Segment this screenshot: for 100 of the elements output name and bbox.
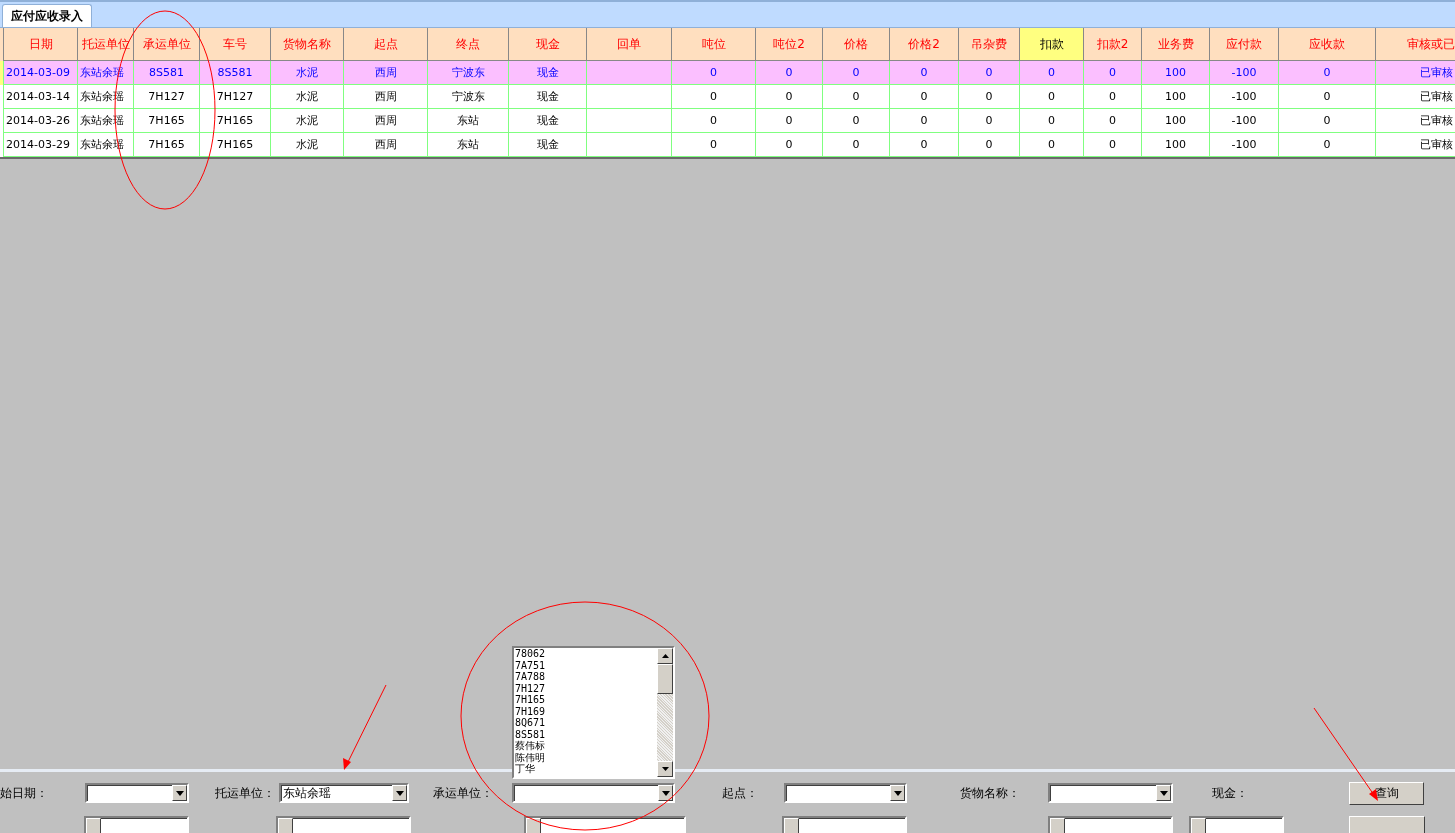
list-item[interactable]: 7A751 <box>515 659 657 671</box>
column-header[interactable]: 吨位 <box>672 28 756 61</box>
dropdown-field[interactable] <box>524 816 686 833</box>
dropdown-field[interactable] <box>84 816 189 833</box>
table-cell: 水泥 <box>296 65 318 80</box>
field-label: 起点： <box>722 784 759 802</box>
table-cell: 0 <box>1323 114 1331 127</box>
list-item[interactable]: 78062 <box>515 648 657 660</box>
table-cell: 0 <box>985 66 993 79</box>
field-label: 始日期： <box>0 784 49 802</box>
list-item[interactable]: 8S581 <box>515 728 657 740</box>
dropdown-field[interactable] <box>1048 816 1173 833</box>
column-header[interactable]: 货物名称 <box>271 28 344 61</box>
tab[interactable]: 应付应收录入 <box>2 4 92 27</box>
table-cell: 现金 <box>536 137 559 152</box>
table-cell: 8S581 <box>149 66 184 79</box>
dropdown-field[interactable] <box>1189 816 1284 833</box>
table-cell: 东站 <box>457 137 479 152</box>
table-cell: 0 <box>1323 66 1331 79</box>
dropdown-field[interactable] <box>782 816 907 833</box>
column-header[interactable]: 承运单位 <box>134 28 200 61</box>
table-cell: 0 <box>1109 66 1116 79</box>
list-item[interactable]: 蔡伟标 <box>515 740 657 752</box>
table-cell: 2014-03-26 <box>6 114 70 127</box>
dropdown-field[interactable] <box>276 816 411 833</box>
column-header[interactable]: 价格 <box>823 28 890 61</box>
table-cell: 7H165 <box>148 138 185 151</box>
table-cell: 现金 <box>536 89 559 104</box>
column-header[interactable]: 应收款 <box>1279 28 1376 61</box>
table-cell: 2014-03-14 <box>6 90 70 103</box>
list-item[interactable]: 8Q671 <box>515 717 657 729</box>
table-cell: 0 <box>1048 138 1055 151</box>
column-header[interactable]: 车号 <box>200 28 271 61</box>
table-cell: 7H165 <box>148 114 185 127</box>
table-cell: 0 <box>785 138 793 151</box>
dropdown-arrow-icon <box>395 790 404 796</box>
table-cell: 0 <box>852 114 860 127</box>
table-cell: 0 <box>1048 66 1055 79</box>
dropdown-field[interactable] <box>784 783 907 803</box>
field-label: 现金： <box>1212 784 1249 802</box>
dropdown-field[interactable] <box>85 783 189 803</box>
column-header[interactable]: 业务费 <box>1142 28 1210 61</box>
column-header[interactable]: 吊杂费 <box>959 28 1020 61</box>
table-cell: 100 <box>1165 90 1186 103</box>
table-cell: 0 <box>852 66 860 79</box>
table-cell: 0 <box>985 90 993 103</box>
dropdown-arrow-icon <box>893 790 902 796</box>
table-cell: 西周 <box>374 89 397 104</box>
column-header[interactable]: 现金 <box>509 28 587 61</box>
list-item[interactable]: 7A788 <box>515 671 657 683</box>
dropdown-arrow-icon <box>175 790 184 796</box>
table-cell: 0 <box>710 114 717 127</box>
list-item[interactable]: 7H169 <box>515 705 657 717</box>
table-cell: 0 <box>1323 138 1331 151</box>
column-header[interactable]: 起点 <box>344 28 428 61</box>
table-cell: 西周 <box>374 65 397 80</box>
column-header[interactable]: 价格2 <box>890 28 959 61</box>
query-button[interactable]: 查询 <box>1349 781 1424 805</box>
column-header[interactable]: 吨位2 <box>756 28 823 61</box>
column-header[interactable]: 扣款 <box>1020 28 1084 61</box>
column-header[interactable]: 回单 <box>587 28 672 61</box>
list-item[interactable]: 陈伟明 <box>515 751 657 763</box>
table-cell: -100 <box>1231 90 1257 103</box>
scrollbar[interactable] <box>657 648 673 777</box>
field-label: 承运单位： <box>433 784 494 802</box>
scroll-thumb[interactable] <box>657 664 673 694</box>
table-cell: 7H127 <box>216 90 254 103</box>
table-cell: 0 <box>852 90 860 103</box>
table-cell: 100 <box>1165 114 1186 127</box>
table-cell: 0 <box>710 90 717 103</box>
column-header[interactable]: 终点 <box>428 28 509 61</box>
table-cell: 0 <box>1323 90 1331 103</box>
column-header[interactable]: 审核或已 <box>1376 28 1455 61</box>
table-cell: 已审核 <box>1420 65 1453 80</box>
table-cell: 西周 <box>374 137 397 152</box>
column-header[interactable]: 日期 <box>4 28 78 61</box>
scroll-down-arrow-icon <box>661 767 669 771</box>
table-cell: 8S581 <box>217 66 253 79</box>
column-header[interactable]: 扣款2 <box>1084 28 1142 61</box>
list-item[interactable]: 7H165 <box>515 694 657 706</box>
table-cell: 0 <box>710 138 717 151</box>
list-item[interactable]: 丁华 <box>515 763 657 775</box>
table-cell: 7H165 <box>216 138 254 151</box>
dropdown-field[interactable] <box>1048 783 1173 803</box>
dropdown-arrow-icon <box>1159 790 1168 796</box>
table-cell: 0 <box>852 138 860 151</box>
dropdown-field[interactable]: 东站余瑶 <box>279 783 409 803</box>
dropdown-field[interactable] <box>512 783 675 803</box>
table-cell: 已审核 <box>1420 89 1453 104</box>
table-row[interactable]: 2014-03-29 东站余瑶 7H165 7H165 水泥 西周 东站 现金 0 0 0 0 0 0 0 100 -100 0 已审核 <box>0 133 1455 157</box>
list-item[interactable]: 7H127 <box>515 682 657 694</box>
column-header[interactable]: 托运单位 <box>78 28 134 61</box>
table-cell: 水泥 <box>296 137 318 152</box>
table-cell: 7H165 <box>216 114 254 127</box>
table-cell: 现金 <box>536 65 559 80</box>
table-cell: 0 <box>1109 138 1116 151</box>
table-cell: 0 <box>920 114 928 127</box>
table-cell: 0 <box>1109 90 1116 103</box>
table-cell: 0 <box>985 114 993 127</box>
column-header[interactable]: 应付款 <box>1210 28 1279 61</box>
